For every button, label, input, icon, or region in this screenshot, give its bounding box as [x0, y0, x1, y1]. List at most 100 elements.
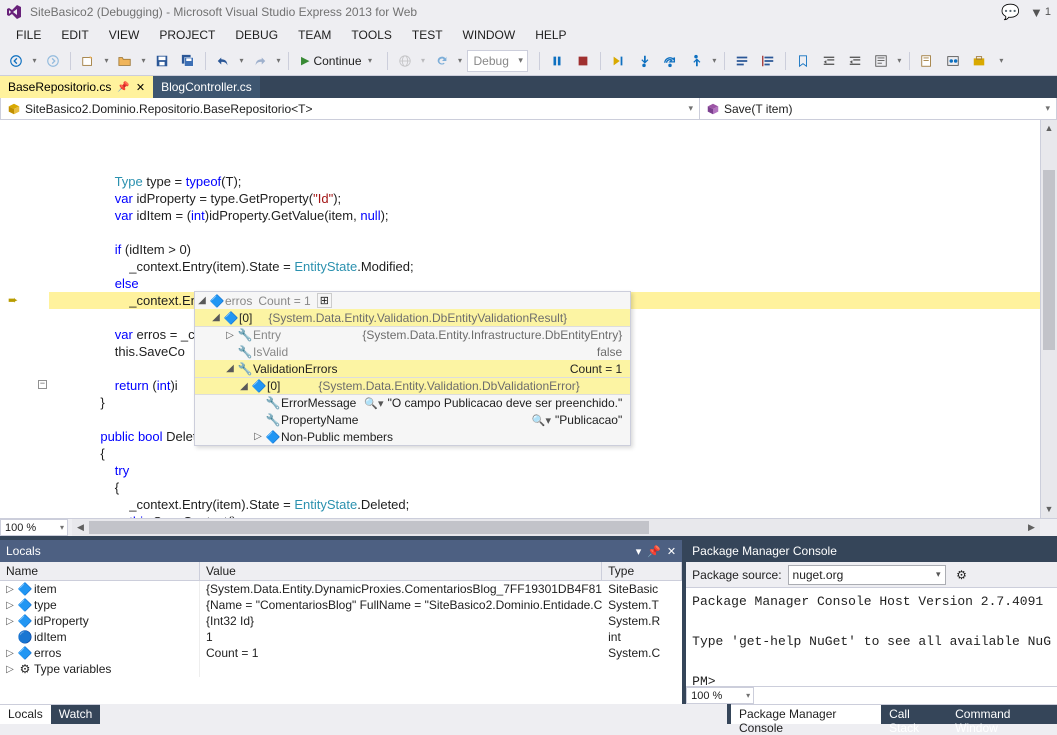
tab-baserepositorio[interactable]: BaseRepositorio.cs 📌 ✕ — [0, 76, 153, 98]
type-nav-combo[interactable]: SiteBasico2.Dominio.Repositorio.BaseRepo… — [0, 98, 700, 120]
browser-select-dd[interactable]: ▾ — [419, 56, 428, 65]
package-source-combo[interactable]: nuget.org — [788, 565, 946, 585]
bottom-tabs-left: Locals Watch — [0, 704, 727, 724]
col-type[interactable]: Type — [602, 562, 682, 581]
browser-select-button[interactable] — [393, 49, 417, 73]
tab-command[interactable]: Command Window — [947, 704, 1057, 724]
locals-row[interactable]: 🔵idItem — [0, 629, 200, 645]
locals-row[interactable]: ▷⚙Type variables — [0, 661, 200, 677]
nav-fwd-button[interactable] — [41, 49, 65, 73]
pin-icon[interactable]: 📌 — [117, 82, 129, 93]
format-button[interactable] — [869, 49, 893, 73]
locals-row[interactable]: ▷🔷idProperty — [0, 613, 200, 629]
titlebar: SiteBasico2 (Debugging) - Microsoft Visu… — [0, 0, 1057, 24]
tab-blogcontroller[interactable]: BlogController.cs — [153, 76, 260, 98]
locals-row[interactable]: ▷🔷item — [0, 581, 200, 597]
indent-dec-button[interactable] — [817, 49, 841, 73]
indent-inc-button[interactable] — [843, 49, 867, 73]
new-project-button[interactable] — [76, 49, 100, 73]
uncomment-button[interactable] — [756, 49, 780, 73]
show-next-statement-button[interactable] — [606, 49, 630, 73]
menu-window[interactable]: WINDOW — [453, 25, 526, 45]
refresh-icon[interactable]: ⊞ — [317, 293, 332, 308]
format-dd[interactable]: ▾ — [895, 56, 904, 65]
config-combo[interactable]: Debug — [467, 50, 528, 72]
debug-datatip[interactable]: ◢🔷errosCount = 1⊞ ◢🔷[0]{System.Data.Enti… — [194, 291, 631, 446]
step-into-button[interactable] — [632, 49, 656, 73]
menu-edit[interactable]: EDIT — [51, 25, 98, 45]
tab-watch[interactable]: Watch — [51, 704, 101, 724]
col-value[interactable]: Value — [200, 562, 602, 581]
close-icon[interactable]: ✕ — [136, 81, 145, 94]
feedback-icon[interactable]: 💬 — [1001, 3, 1020, 21]
editor-footer: 100 % ◀ ▶ — [0, 518, 1057, 536]
locals-grid[interactable]: Name Value Type ▷🔷item{System.Data.Entit… — [0, 562, 682, 677]
magnify-icon[interactable]: 🔍▾ — [364, 398, 383, 410]
nav-back-button[interactable] — [4, 49, 28, 73]
open-file-dd[interactable]: ▾ — [139, 56, 148, 65]
save-button[interactable] — [150, 49, 174, 73]
menu-project[interactable]: PROJECT — [149, 25, 225, 45]
var-icon: 🔷 — [251, 379, 267, 393]
pmc-toolbar: Package source: nuget.org ⚙ — [686, 562, 1057, 588]
vertical-scrollbar[interactable]: ▲ ▼ — [1040, 120, 1057, 518]
menu-file[interactable]: FILE — [6, 25, 51, 45]
collapse-icon[interactable]: − — [38, 380, 47, 389]
pause-button[interactable] — [545, 49, 569, 73]
menu-test[interactable]: TEST — [402, 25, 453, 45]
stop-button[interactable] — [571, 49, 595, 73]
pin-icon[interactable]: 📌 — [647, 545, 661, 558]
locals-row[interactable]: ▷🔷type — [0, 597, 200, 613]
zoom-combo[interactable]: 100 % — [0, 519, 68, 536]
close-icon[interactable]: ✕ — [667, 545, 676, 558]
pmc-zoom-combo[interactable]: 100 % — [686, 687, 754, 704]
menu-tools[interactable]: TOOLS — [341, 25, 401, 45]
menu-team[interactable]: TEAM — [288, 25, 341, 45]
new-project-dd[interactable]: ▾ — [102, 56, 111, 65]
window-position-icon[interactable]: ▾ — [636, 545, 642, 558]
window-title: SiteBasico2 (Debugging) - Microsoft Visu… — [30, 5, 417, 19]
pmc-settings-button[interactable]: ⚙ — [952, 565, 972, 585]
pmc-footer: 100 % — [686, 686, 1057, 704]
breakpoint-margin[interactable]: ➨ — [0, 120, 35, 518]
toolbar-overflow[interactable]: ▾ — [997, 56, 1006, 65]
horizontal-scrollbar[interactable]: ◀ ▶ — [72, 519, 1040, 536]
redo-button[interactable] — [248, 49, 272, 73]
continue-button[interactable]: ▶Continue▾ — [294, 49, 382, 73]
refresh-button[interactable] — [430, 49, 454, 73]
current-line-arrow-icon: ➨ — [8, 293, 18, 307]
bookmark-button[interactable] — [791, 49, 815, 73]
pmc-src-label: Package source: — [692, 568, 781, 582]
team-explorer-button[interactable] — [941, 49, 965, 73]
document-tabs: BaseRepositorio.cs 📌 ✕ BlogController.cs — [0, 76, 1057, 98]
debug-dd[interactable]: ▾ — [710, 56, 719, 65]
step-out-button[interactable] — [684, 49, 708, 73]
col-name[interactable]: Name — [0, 562, 200, 581]
locals-row[interactable]: ▷🔷erros — [0, 645, 200, 661]
tab-pmc[interactable]: Package Manager Console — [731, 704, 881, 724]
open-file-button[interactable] — [113, 49, 137, 73]
member-nav-combo[interactable]: Save(T item) — [700, 98, 1057, 120]
tab-locals[interactable]: Locals — [0, 704, 51, 724]
bottom-tabs-right: Package Manager Console Call Stack Comma… — [727, 704, 1057, 724]
notifications-icon[interactable]: ▼1 — [1030, 5, 1051, 20]
toolbox-button[interactable] — [967, 49, 991, 73]
menu-help[interactable]: HELP — [525, 25, 576, 45]
step-over-button[interactable] — [658, 49, 682, 73]
undo-button[interactable] — [211, 49, 235, 73]
comment-button[interactable] — [730, 49, 754, 73]
pmc-output[interactable]: Package Manager Console Host Version 2.7… — [686, 588, 1057, 686]
menu-debug[interactable]: DEBUG — [225, 25, 288, 45]
magnify-icon[interactable]: 🔍▾ — [532, 415, 551, 427]
nav-back-dd[interactable]: ▾ — [30, 56, 39, 65]
menu-view[interactable]: VIEW — [99, 25, 150, 45]
bottom-panels: Locals ▾ 📌 ✕ Name Value Type ▷🔷item{Syst… — [0, 536, 1057, 704]
code-editor[interactable]: ➨ − Type type = typeof(T); var idPropert… — [0, 120, 1057, 518]
undo-dd[interactable]: ▾ — [237, 56, 246, 65]
redo-dd[interactable]: ▾ — [274, 56, 283, 65]
outline-margin[interactable]: − — [35, 120, 49, 518]
refresh-dd[interactable]: ▾ — [456, 56, 465, 65]
tab-callstack[interactable]: Call Stack — [881, 704, 947, 724]
save-all-button[interactable] — [176, 49, 200, 73]
solution-explorer-button[interactable] — [915, 49, 939, 73]
